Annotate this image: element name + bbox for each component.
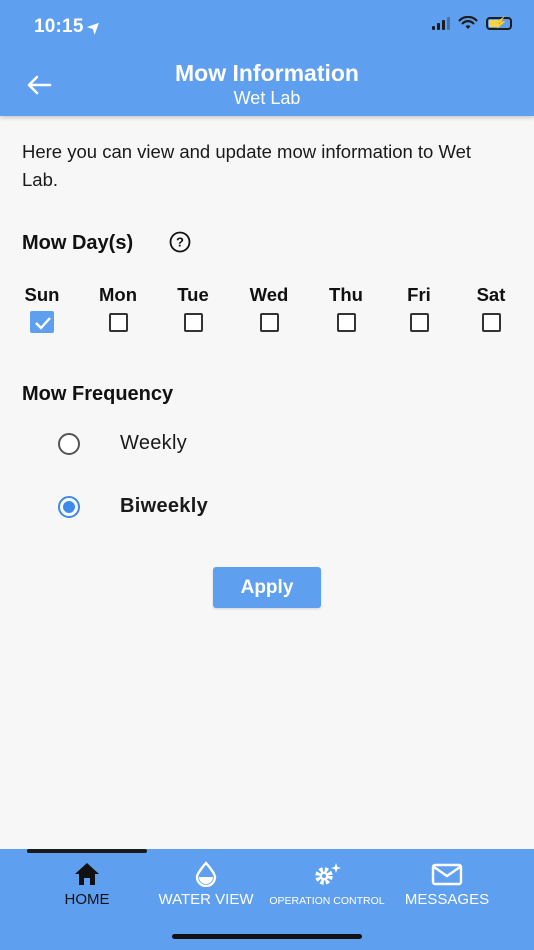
day-mon: Mon	[88, 284, 148, 332]
radio-weekly[interactable]	[58, 432, 80, 455]
mow-days-label: Mow Day(s)	[22, 232, 134, 254]
day-wed: Wed	[239, 284, 299, 332]
question-circle-icon[interactable]: ?	[169, 231, 191, 253]
day-checkbox-sat[interactable]	[481, 313, 501, 332]
apply-button[interactable]: Apply	[213, 567, 321, 608]
day-checkbox-mon[interactable]	[108, 313, 128, 332]
wifi-icon	[458, 16, 478, 29]
page-subtitle: Wet Lab	[233, 88, 301, 108]
checkmark-icon	[35, 317, 51, 330]
day-sun: Sun	[12, 284, 72, 333]
location-arrow-icon: ➤	[83, 16, 105, 38]
day-label: Sun	[24, 284, 60, 305]
water-drop-icon	[195, 861, 217, 887]
nav-item-water-view[interactable]: WATER VIEW	[152, 861, 260, 908]
day-fri: Fri	[389, 284, 449, 332]
svg-text:?: ?	[176, 235, 184, 250]
cellular-signal-icon	[432, 16, 450, 30]
radio-biweekly[interactable]	[58, 495, 80, 518]
status-time: 10:15➤	[34, 16, 105, 38]
header-bar: 10:15➤ ⚡ Mow Information Wet Lab	[0, 0, 534, 116]
day-label: Fri	[407, 284, 431, 305]
status-time-text: 10:15	[34, 16, 84, 37]
day-label: Sat	[476, 284, 506, 305]
gear-sparkle-icon	[315, 863, 341, 885]
mow-frequency-label: Mow Frequency	[22, 383, 174, 405]
mow-days-selector: Sun Mon Tue Wed Thu Fri Sat	[0, 284, 534, 344]
radio-label-weekly: Weekly	[120, 432, 188, 454]
nav-label-messages: MESSAGES	[404, 891, 490, 908]
day-checkbox-thu[interactable]	[336, 313, 356, 332]
status-indicators: ⚡	[432, 16, 512, 30]
frequency-option-biweekly[interactable]: Biweekly	[58, 495, 208, 518]
nav-item-operation-control[interactable]: OPERATION CONTROL	[266, 861, 388, 907]
day-label: Wed	[249, 284, 289, 305]
intro-text: Here you can view and update mow informa…	[22, 141, 472, 190]
nav-label-home: HOME	[64, 891, 110, 908]
day-checkbox-sun[interactable]	[30, 311, 54, 333]
home-icon	[75, 863, 99, 885]
day-checkbox-wed[interactable]	[259, 313, 279, 332]
nav-label-water-view: WATER VIEW	[158, 891, 254, 908]
nav-item-messages[interactable]: MESSAGES	[402, 861, 492, 908]
envelope-icon	[431, 863, 463, 886]
nav-label-operation-control: OPERATION CONTROL	[269, 895, 385, 907]
day-tue: Tue	[163, 284, 223, 332]
day-checkbox-fri[interactable]	[409, 313, 429, 332]
day-label: Thu	[329, 284, 363, 305]
battery-icon: ⚡	[486, 16, 512, 30]
frequency-option-weekly[interactable]: Weekly	[58, 432, 187, 455]
day-sat: Sat	[461, 284, 521, 332]
nav-active-indicator	[27, 849, 147, 853]
day-checkbox-tue[interactable]	[183, 313, 203, 332]
nav-item-home[interactable]: HOME	[57, 861, 117, 908]
page-title: Mow Information	[175, 60, 359, 86]
day-label: Mon	[98, 284, 137, 305]
home-indicator-bar	[172, 934, 362, 939]
day-thu: Thu	[316, 284, 376, 332]
radio-label-biweekly: Biweekly	[120, 495, 209, 517]
app-screen: 10:15➤ ⚡ Mow Information Wet Lab Here yo…	[0, 0, 534, 950]
day-label: Tue	[177, 284, 209, 305]
